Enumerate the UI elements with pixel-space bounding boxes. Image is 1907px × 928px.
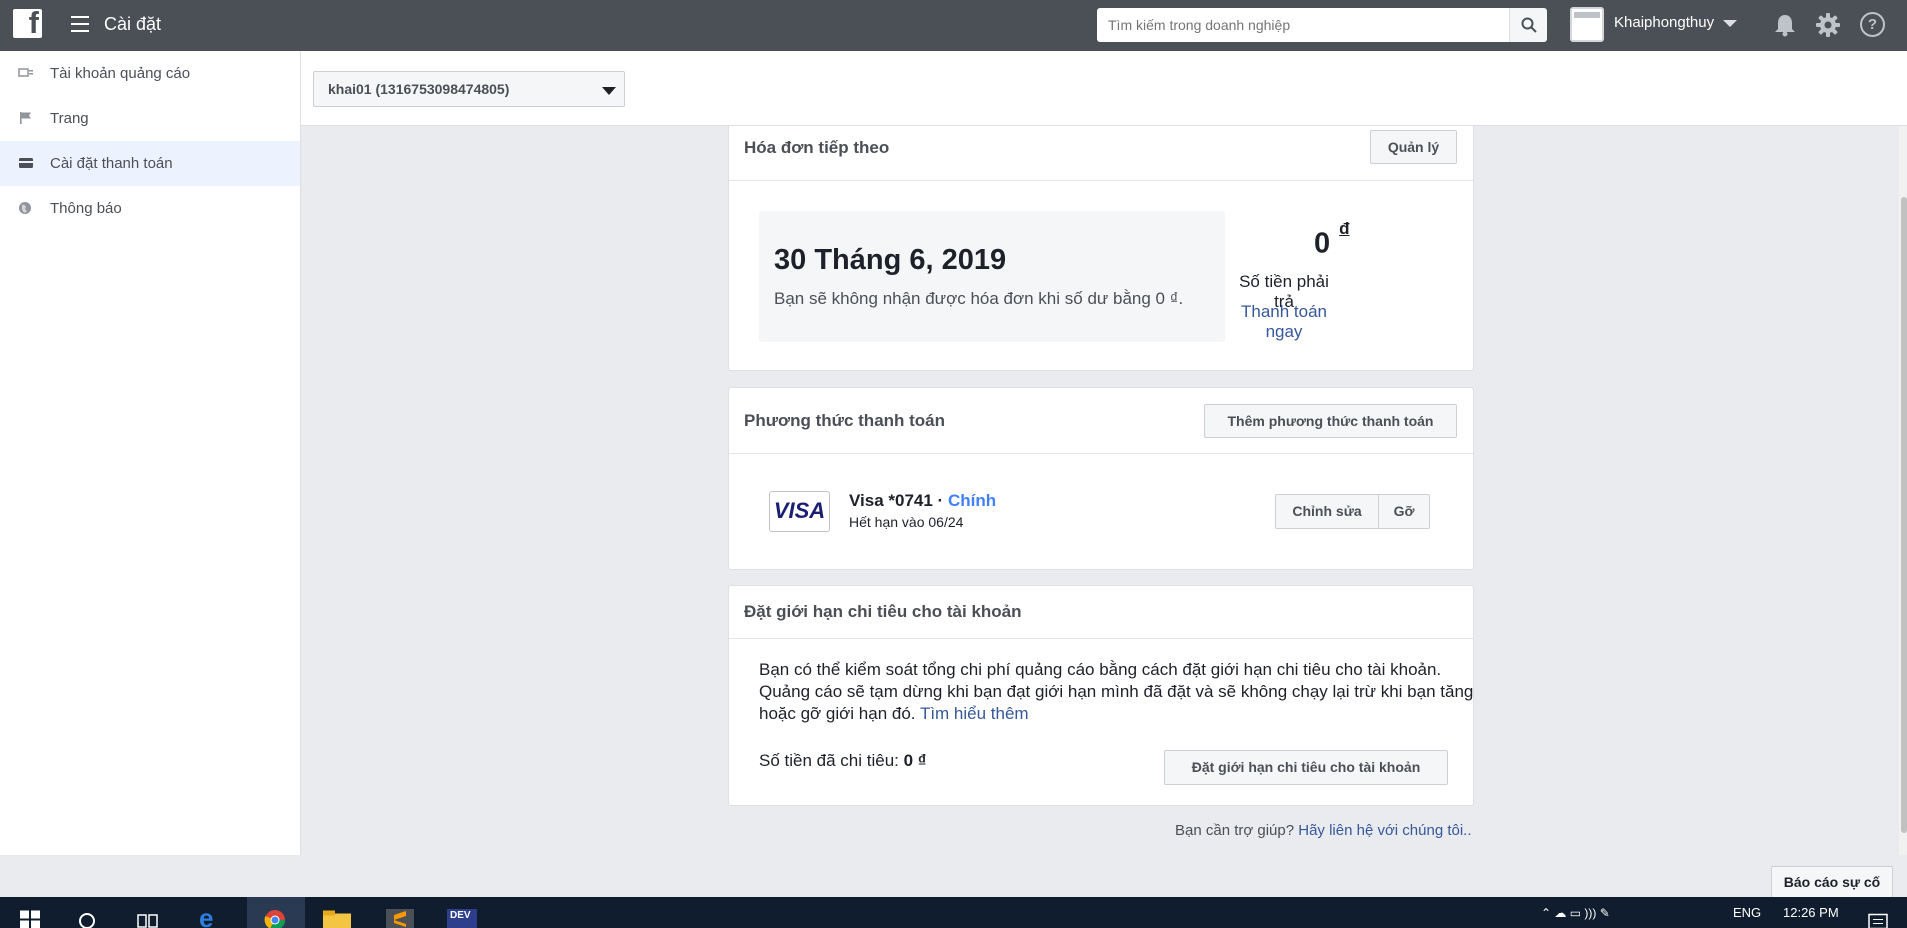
file-explorer-icon[interactable] — [323, 910, 351, 928]
set-spending-limit-button[interactable]: Đặt giới hạn chi tiêu cho tài khoản — [1164, 750, 1448, 785]
learn-more-link[interactable]: Tìm hiểu thêm — [920, 704, 1029, 723]
business-avatar[interactable] — [1570, 7, 1604, 42]
spending-limit-description: Bạn có thể kiểm soát tổng chi phí quảng … — [759, 659, 1479, 725]
sidebar: Tài khoản quảng cáo Trang Cài đặt thanh … — [0, 51, 301, 855]
notification-center-icon[interactable] — [1868, 912, 1888, 928]
chrome-browser-icon — [264, 910, 285, 928]
page-title: Cài đặt — [104, 14, 162, 34]
hamburger-menu-icon[interactable] — [71, 16, 89, 32]
facebook-logo-glyph: f — [28, 5, 39, 40]
sidebar-item-label: Cài đặt thanh toán — [50, 155, 173, 172]
globe-icon — [19, 202, 31, 214]
bell-icon[interactable] — [1774, 13, 1796, 37]
top-bar: f Cài đặt Khaiphongthuy ? — [0, 0, 1907, 51]
amount-spent-label: Số tiền đã chi tiêu: — [759, 751, 899, 770]
card-header: Hóa đơn tiếp theo Quản lý — [729, 126, 1473, 181]
task-view-icon[interactable] — [137, 911, 159, 928]
system-tray-icons[interactable]: ⌃ ☁ ▭ ))) ✎ — [1541, 906, 1610, 920]
spending-limit-text: Bạn có thể kiểm soát tổng chi phí quảng … — [759, 660, 1474, 723]
sidebar-item-notifications[interactable]: Thông báo — [0, 186, 300, 231]
spending-limit-card: Đặt giới hạn chi tiêu cho tài khoản Bạn … — [728, 585, 1474, 806]
edit-payment-button[interactable]: Chỉnh sửa — [1275, 494, 1379, 529]
business-chevron-down-icon[interactable] — [1723, 20, 1737, 27]
visa-card-logo: VISA — [769, 491, 830, 532]
windows-start-icon[interactable] — [20, 910, 40, 928]
help-icon[interactable]: ? — [1860, 12, 1885, 37]
sidebar-item-payment-settings[interactable]: Cài đặt thanh toán — [0, 141, 300, 186]
contact-us-link[interactable]: Hãy liên hệ với chúng tôi.. — [1298, 822, 1471, 839]
business-name[interactable]: Khaiphongthuy — [1614, 14, 1714, 31]
card-name: Visa *0741 · Chính — [849, 491, 996, 511]
account-bar: khai01 (1316753098474805) — [301, 51, 1907, 126]
clock[interactable]: 12:26 PM — [1783, 905, 1839, 920]
add-payment-method-button[interactable]: Thêm phương thức thanh toán — [1204, 404, 1457, 438]
payment-method-title: Phương thức thanh toán — [744, 411, 946, 430]
payment-method-card: Phương thức thanh toán Thêm phương thức … — [728, 387, 1474, 570]
help-question: Bạn cần trợ giúp? — [1175, 822, 1295, 839]
help-line: Bạn cần trợ giúp? Hãy liên hệ với chúng … — [1175, 822, 1472, 839]
flag-icon — [20, 112, 31, 124]
sidebar-item-label: Tài khoản quảng cáo — [50, 65, 191, 82]
card-expiry: Hết hạn vào 06/24 — [849, 514, 964, 530]
card-header: Đặt giới hạn chi tiêu cho tài khoản — [729, 586, 1473, 639]
ad-account-dropdown[interactable]: khai01 (1316753098474805) — [313, 71, 625, 107]
amount-spent: Số tiền đã chi tiêu: 0 ₫ — [759, 751, 927, 771]
spending-limit-title: Đặt giới hạn chi tiêu cho tài khoản — [744, 602, 1022, 621]
search-box[interactable] — [1097, 8, 1515, 42]
search-input[interactable] — [1097, 8, 1508, 42]
search-button[interactable] — [1509, 8, 1547, 42]
search-icon[interactable] — [78, 911, 98, 928]
card-number: Visa *0741 · — [849, 491, 948, 510]
scrollbar-thumb[interactable] — [1901, 197, 1907, 833]
amount-spent-value: 0 ₫ — [903, 751, 927, 770]
chevron-down-icon — [602, 87, 616, 95]
facebook-logo[interactable]: f — [13, 5, 42, 40]
sublime-text-icon[interactable] — [386, 909, 414, 928]
search-icon — [1521, 17, 1537, 33]
next-bill-title: Hóa đơn tiếp theo — [744, 138, 890, 157]
remove-payment-button[interactable]: Gỡ — [1378, 494, 1430, 529]
amount-due: 0đ — [1314, 219, 1350, 261]
dev-app-icon[interactable]: DEV — [447, 909, 477, 928]
primary-badge: Chính — [947, 491, 997, 510]
card-header: Phương thức thanh toán Thêm phương thức … — [729, 388, 1473, 454]
language-indicator[interactable]: ENG — [1733, 905, 1761, 920]
sidebar-item-label: Trang — [50, 110, 89, 127]
dev-app-label: DEV — [450, 910, 471, 921]
sidebar-item-pages[interactable]: Trang — [0, 96, 300, 141]
ad-account-dropdown-value: khai01 (1316753098474805) — [328, 81, 510, 97]
amount-due-value: 0 — [1314, 227, 1331, 260]
report-problem-button[interactable]: Báo cáo sự cố — [1771, 866, 1893, 898]
pay-now-link[interactable]: Thanh toán ngay — [729, 302, 1339, 342]
edge-browser-icon[interactable]: e — [199, 903, 213, 928]
next-bill-card: Hóa đơn tiếp theo Quản lý 30 Tháng 6, 20… — [728, 126, 1474, 371]
manage-button[interactable]: Quản lý — [1370, 130, 1457, 164]
credit-card-icon — [19, 158, 33, 168]
gear-icon[interactable] — [1815, 12, 1841, 38]
ad-account-icon — [18, 68, 33, 77]
sidebar-item-ad-accounts[interactable]: Tài khoản quảng cáo — [0, 51, 300, 96]
sidebar-item-label: Thông báo — [50, 200, 122, 217]
currency-symbol: đ — [1339, 219, 1350, 238]
